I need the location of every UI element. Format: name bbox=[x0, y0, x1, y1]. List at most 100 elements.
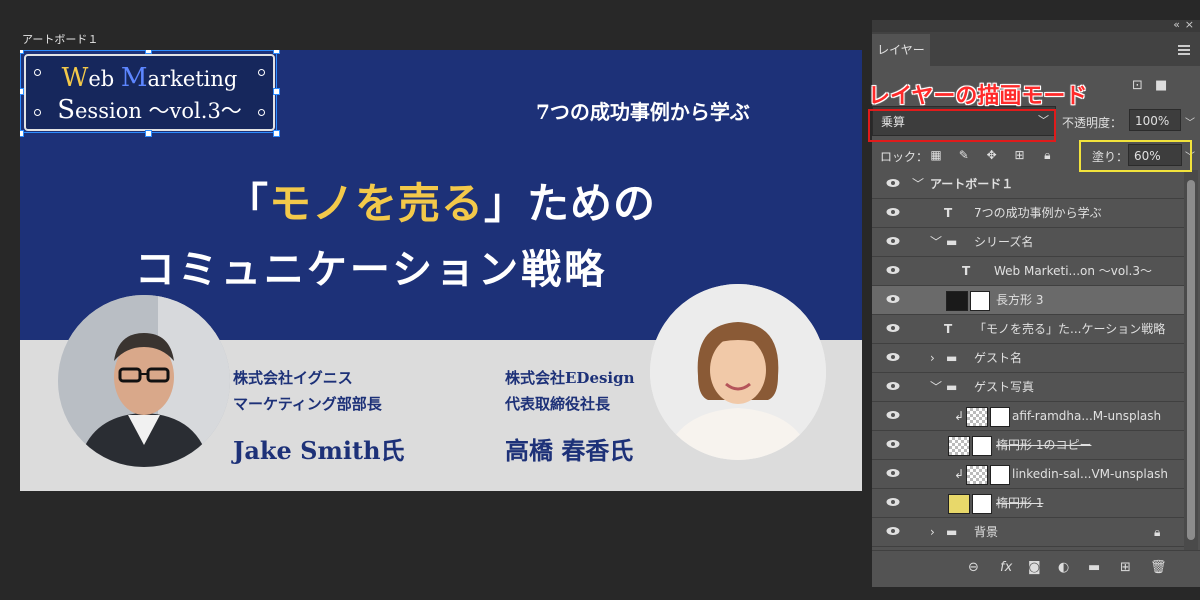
transform-handle[interactable] bbox=[20, 88, 24, 95]
close-panel-icon[interactable]: × bbox=[1185, 18, 1194, 31]
layer-label: Web Marketi...on ～vol.3～ bbox=[994, 264, 1152, 278]
adjustment-layer-icon[interactable]: ◐ bbox=[1058, 560, 1069, 575]
eye-icon[interactable] bbox=[886, 323, 900, 333]
transform-handle[interactable] bbox=[273, 130, 280, 137]
layer-row[interactable]: 楕円形 1のコピー bbox=[872, 431, 1184, 460]
chevron-right-icon[interactable]: › bbox=[930, 344, 935, 373]
lock-icons: ▦ ✎ ✥ ⊞ 🔒︎ bbox=[928, 148, 1063, 163]
eye-icon[interactable] bbox=[886, 497, 900, 507]
transform-handle[interactable] bbox=[145, 130, 152, 137]
eye-icon[interactable] bbox=[886, 410, 900, 420]
layer-row[interactable]: T 「モノを売る」た...ケーション戦略 bbox=[872, 315, 1184, 344]
chevron-right-icon[interactable]: › bbox=[930, 518, 935, 547]
layer-row-selected[interactable]: 長方形 3 bbox=[872, 286, 1184, 315]
chevron-down-icon[interactable]: ﹀ bbox=[912, 170, 924, 199]
link-layers-icon[interactable]: ⊖ bbox=[968, 560, 979, 575]
transform-handle[interactable] bbox=[145, 50, 152, 54]
guest2-portrait-image bbox=[650, 284, 826, 460]
collapse-panel-icon[interactable]: « bbox=[1173, 18, 1180, 31]
blend-mode-highlight-box bbox=[868, 109, 1056, 142]
artboard[interactable]: Web Marketing Session ～vol.3～ 7つの成功事例から学… bbox=[20, 50, 862, 491]
eye-icon[interactable] bbox=[886, 178, 900, 188]
layer-row-artboard[interactable]: ﹀ アートボード１ bbox=[872, 170, 1184, 199]
eye-icon[interactable] bbox=[886, 526, 900, 536]
layer-row[interactable]: T Web Marketi...on ～vol.3～ bbox=[872, 257, 1184, 286]
tagline-text: 7つの成功事例から学ぶ bbox=[536, 100, 750, 124]
lock-transparent-icon[interactable]: ▦ bbox=[928, 148, 944, 162]
selection-bounding-box[interactable] bbox=[20, 50, 277, 133]
layer-row[interactable]: T 7つの成功事例から学ぶ bbox=[872, 199, 1184, 228]
lock-position-icon[interactable]: ✥ bbox=[984, 148, 1000, 162]
fx-icon[interactable]: fx bbox=[1000, 560, 1012, 575]
layer-label: アートボード１ bbox=[930, 177, 1014, 191]
annotation-blend-mode: レイヤーの描画モード bbox=[868, 84, 1088, 109]
lock-paint-icon[interactable]: ✎ bbox=[956, 148, 972, 162]
eye-icon[interactable] bbox=[886, 265, 900, 275]
eye-icon[interactable] bbox=[886, 207, 900, 217]
layer-row[interactable]: ↲ afif-ramdha...M-unsplash bbox=[872, 402, 1184, 431]
layer-row-group[interactable]: ﹀ ▬ ゲスト写真 bbox=[872, 373, 1184, 402]
text-layer-icon: T bbox=[962, 264, 971, 278]
guest2-name: 高橋 春香氏 bbox=[505, 436, 634, 465]
clip-arrow-icon: ↲ bbox=[954, 467, 965, 481]
lock-artboard-icon[interactable]: ⊞ bbox=[1011, 148, 1027, 162]
layer-label: シリーズ名 bbox=[974, 235, 1034, 249]
layer-actions-bar: ⊖ fx ◙ ◐ ▬ ⊞ 🗑︎ bbox=[872, 550, 1200, 587]
eye-icon[interactable] bbox=[886, 468, 900, 478]
folder-icon: ▬ bbox=[946, 351, 958, 365]
artboard-label: アートボード１ bbox=[22, 33, 99, 46]
transform-handle[interactable] bbox=[273, 50, 280, 54]
layer-label: ゲスト写真 bbox=[974, 380, 1035, 394]
layer-row[interactable]: 楕円形 1 bbox=[872, 489, 1184, 518]
opacity-dropdown-icon[interactable]: ﹀ bbox=[1185, 114, 1195, 129]
layer-row[interactable]: ↲ linkedin-sal...VM-unsplash bbox=[872, 460, 1184, 489]
layer-thumbnail bbox=[966, 402, 1010, 431]
layer-label: 長方形 3 bbox=[996, 293, 1044, 307]
transform-handle[interactable] bbox=[20, 50, 24, 54]
eye-icon[interactable] bbox=[886, 236, 900, 246]
eye-icon[interactable] bbox=[886, 439, 900, 449]
guest2-company: 株式会社EDesign bbox=[505, 369, 635, 387]
text-layer-icon: T bbox=[944, 206, 953, 220]
guest1-company: 株式会社イグニス bbox=[233, 369, 353, 387]
headline-rest: 」ための bbox=[484, 179, 657, 228]
headline-line2: コミュニケーション戦略 bbox=[134, 246, 608, 293]
layer-row-group[interactable]: ﹀ ▬ シリーズ名 bbox=[872, 228, 1184, 257]
lock-all-icon[interactable]: 🔒︎ bbox=[1039, 148, 1055, 163]
guest2-role: 代表取締役社長 bbox=[505, 395, 611, 413]
eye-icon[interactable] bbox=[886, 381, 900, 391]
transform-handle[interactable] bbox=[20, 130, 24, 137]
layer-row-group[interactable]: › ▬ ゲスト名 bbox=[872, 344, 1184, 373]
headline-highlight: モノを売る bbox=[268, 179, 484, 228]
layer-row-group[interactable]: › ▬ 背景 🔒︎ bbox=[872, 518, 1184, 547]
transform-handle[interactable] bbox=[273, 88, 280, 95]
chevron-down-icon[interactable]: ﹀ bbox=[930, 373, 942, 402]
add-mask-icon[interactable]: ◙ bbox=[1028, 560, 1041, 575]
panel-menu-icon[interactable] bbox=[1178, 45, 1190, 57]
filter-icons: ⊡ ■ bbox=[1132, 78, 1167, 93]
new-layer-icon[interactable]: ⊞ bbox=[1120, 560, 1131, 575]
chevron-down-icon[interactable]: ﹀ bbox=[930, 228, 942, 257]
layer-label: 「モノを売る」た...ケーション戦略 bbox=[974, 322, 1166, 336]
guest1-info: 株式会社イグニス マーケティング部部長 Jake Smith氏 bbox=[233, 365, 405, 466]
layer-label: 楕円形 1 bbox=[996, 496, 1044, 510]
delete-layer-icon[interactable]: 🗑︎ bbox=[1150, 560, 1167, 575]
filter-smartobject-icon[interactable]: ⊡ bbox=[1132, 78, 1143, 93]
opacity-input[interactable]: 100% bbox=[1129, 109, 1181, 131]
guest2-photo bbox=[650, 284, 826, 460]
eye-icon[interactable] bbox=[886, 352, 900, 362]
filter-toggle-icon[interactable]: ■ bbox=[1155, 78, 1167, 93]
layer-thumbnail bbox=[966, 460, 1010, 489]
clip-arrow-icon: ↲ bbox=[954, 409, 965, 423]
layer-label: afif-ramdha...M-unsplash bbox=[1012, 409, 1162, 423]
tab-layers[interactable]: レイヤー bbox=[872, 34, 930, 66]
opacity-label: 不透明度： bbox=[1062, 116, 1123, 130]
lock-label: ロック： bbox=[880, 150, 929, 164]
layer-list-scrollbar[interactable] bbox=[1184, 170, 1198, 550]
fill-highlight-box bbox=[1079, 140, 1192, 172]
lock-icon: 🔒︎ bbox=[1154, 525, 1161, 539]
folder-icon: ▬ bbox=[946, 525, 958, 539]
new-group-icon[interactable]: ▬ bbox=[1088, 560, 1100, 575]
eye-icon[interactable] bbox=[886, 294, 900, 304]
guest1-photo bbox=[58, 295, 230, 467]
